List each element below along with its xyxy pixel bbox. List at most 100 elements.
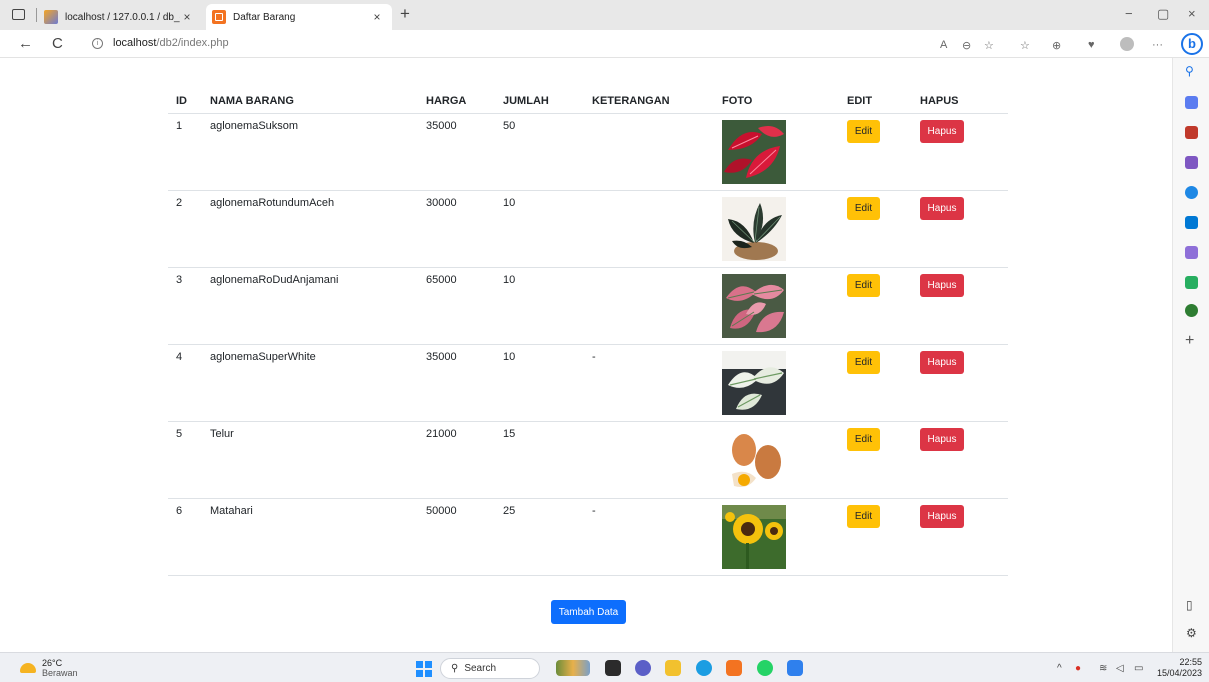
edit-button[interactable]: Edit — [847, 274, 880, 297]
sidebar-tree-icon[interactable] — [1185, 304, 1198, 317]
edit-button[interactable]: Edit — [847, 351, 880, 374]
cell-jumlah: 25 — [495, 498, 584, 576]
cell-hapus: Hapus — [912, 190, 1008, 268]
weather-widget[interactable]: 26°C Berawan — [20, 658, 78, 678]
sidebar-games-icon[interactable] — [1185, 156, 1198, 169]
tab-actions-icon[interactable] — [12, 9, 25, 20]
header-harga: HARGA — [418, 90, 495, 114]
sidebar-search-icon[interactable]: ⚲ — [1185, 64, 1194, 78]
cell-id: 6 — [168, 498, 202, 576]
page-content: ID NAMA BARANG HARGA JUMLAH KETERANGAN F… — [0, 58, 1172, 652]
maximize-button[interactable]: ▢ — [1157, 6, 1169, 22]
tab-title: localhost / 127.0.0.1 / db_erna / | — [65, 11, 180, 23]
cell-id: 4 — [168, 344, 202, 422]
hapus-button[interactable]: Hapus — [920, 505, 964, 528]
edit-button[interactable]: Edit — [847, 197, 880, 220]
cell-id: 2 — [168, 190, 202, 268]
taskbar-explorer-icon[interactable] — [665, 660, 681, 676]
cell-id: 1 — [168, 113, 202, 191]
heart-extension-icon[interactable]: ♥ — [1088, 39, 1095, 51]
taskbar-whatsapp-icon[interactable] — [757, 660, 773, 676]
edit-button[interactable]: Edit — [847, 120, 880, 143]
hapus-button[interactable]: Hapus — [920, 428, 964, 451]
collections-icon[interactable]: ⊕ — [1052, 39, 1061, 52]
taskbar-edge-icon[interactable] — [696, 660, 712, 676]
sidebar-tag-icon[interactable] — [1185, 96, 1198, 109]
hapus-button[interactable]: Hapus — [920, 120, 964, 143]
taskbar-taskview-icon[interactable] — [605, 660, 621, 676]
cell-harga: 65000 — [418, 267, 495, 345]
read-aloud-icon[interactable]: A — [940, 39, 947, 51]
sidebar-shopping-icon[interactable] — [1185, 126, 1198, 139]
tray-overflow-icon[interactable]: ^ — [1057, 663, 1062, 674]
cell-jumlah: 10 — [495, 344, 584, 422]
tab-close-icon[interactable]: × — [370, 10, 384, 24]
cell-hapus: Hapus — [912, 498, 1008, 576]
zoom-icon[interactable]: ⊖ — [962, 39, 971, 52]
cell-edit: Edit — [839, 421, 912, 499]
profile-avatar[interactable] — [1120, 37, 1134, 51]
sidebar-office-icon[interactable] — [1185, 186, 1198, 199]
reload-button[interactable]: C — [52, 35, 63, 52]
sidebar-add-icon[interactable]: + — [1185, 332, 1194, 350]
hapus-button[interactable]: Hapus — [920, 197, 964, 220]
sidebar-designer-icon[interactable] — [1185, 246, 1198, 259]
cell-keterangan: - — [584, 498, 714, 576]
cell-jumlah: 10 — [495, 267, 584, 345]
sidebar-settings-icon[interactable]: ⚙ — [1186, 626, 1197, 640]
cell-harga: 21000 — [418, 421, 495, 499]
eggs-photo — [722, 428, 786, 492]
table-header-row: ID NAMA BARANG HARGA JUMLAH KETERANGAN F… — [168, 90, 1008, 114]
clock-date: 15/04/2023 — [1157, 668, 1203, 678]
taskbar-vscode-icon[interactable] — [787, 660, 803, 676]
tab-phpmyadmin[interactable]: localhost / 127.0.0.1 / db_erna / | × — [44, 4, 202, 30]
cell-nama: aglonemaSuperWhite — [202, 344, 418, 422]
edit-button[interactable]: Edit — [847, 505, 880, 528]
close-window-button[interactable]: × — [1188, 6, 1196, 21]
minimize-button[interactable]: − — [1125, 6, 1133, 21]
site-info-icon[interactable]: i — [92, 37, 103, 49]
items-table: ID NAMA BARANG HARGA JUMLAH KETERANGAN F… — [168, 90, 1008, 576]
cell-foto — [714, 190, 839, 268]
cell-edit: Edit — [839, 498, 912, 576]
favorites-icon[interactable]: ☆ — [1020, 39, 1030, 52]
hapus-button[interactable]: Hapus — [920, 274, 964, 297]
hapus-button[interactable]: Hapus — [920, 351, 964, 374]
header-hapus: HAPUS — [912, 90, 1008, 114]
edit-button[interactable]: Edit — [847, 428, 880, 451]
xampp-favicon-icon — [212, 10, 226, 24]
header-foto: FOTO — [714, 90, 839, 114]
sidebar-drop-icon[interactable] — [1185, 276, 1198, 289]
sidebar-panel-icon[interactable]: ▯ — [1186, 598, 1193, 612]
more-menu-icon[interactable]: ··· — [1152, 39, 1163, 51]
cell-hapus: Hapus — [912, 113, 1008, 191]
cell-keterangan — [584, 113, 714, 191]
battery-icon[interactable]: ▭ — [1134, 663, 1143, 674]
taskbar-widgets-icon[interactable] — [556, 660, 590, 676]
volume-icon[interactable]: ◁ — [1116, 663, 1124, 674]
bing-copilot-icon[interactable]: b — [1181, 33, 1203, 55]
weather-desc: Berawan — [42, 668, 78, 678]
new-tab-button[interactable]: + — [400, 4, 410, 24]
sidebar-outlook-icon[interactable] — [1185, 216, 1198, 229]
tab-close-icon[interactable]: × — [180, 10, 194, 24]
favorite-star-icon[interactable]: ☆ — [984, 39, 994, 52]
cell-edit: Edit — [839, 190, 912, 268]
wifi-icon[interactable]: ≋ — [1099, 663, 1107, 674]
url-field[interactable]: i localhost /db2/index.php — [92, 37, 229, 49]
tab-daftar-barang[interactable]: Daftar Barang × — [206, 4, 392, 30]
windows-start-icon[interactable] — [416, 661, 432, 677]
cell-keterangan — [584, 190, 714, 268]
search-label: Search — [464, 663, 497, 674]
cell-edit: Edit — [839, 344, 912, 422]
taskbar-xampp-icon[interactable] — [726, 660, 742, 676]
back-button[interactable]: ← — [18, 35, 33, 52]
taskbar-search[interactable]: ⚲ Search — [440, 658, 540, 679]
tambah-data-button[interactable]: Tambah Data — [551, 600, 626, 624]
system-clock[interactable]: 22:55 15/04/2023 — [1157, 657, 1202, 679]
cell-keterangan: - — [584, 344, 714, 422]
table-row: 6 Matahari 50000 25 - Edit Hapus — [168, 498, 1008, 576]
taskbar-chat-icon[interactable] — [635, 660, 651, 676]
tray-app-icon[interactable]: ● — [1075, 663, 1081, 674]
search-icon: ⚲ — [451, 663, 459, 674]
